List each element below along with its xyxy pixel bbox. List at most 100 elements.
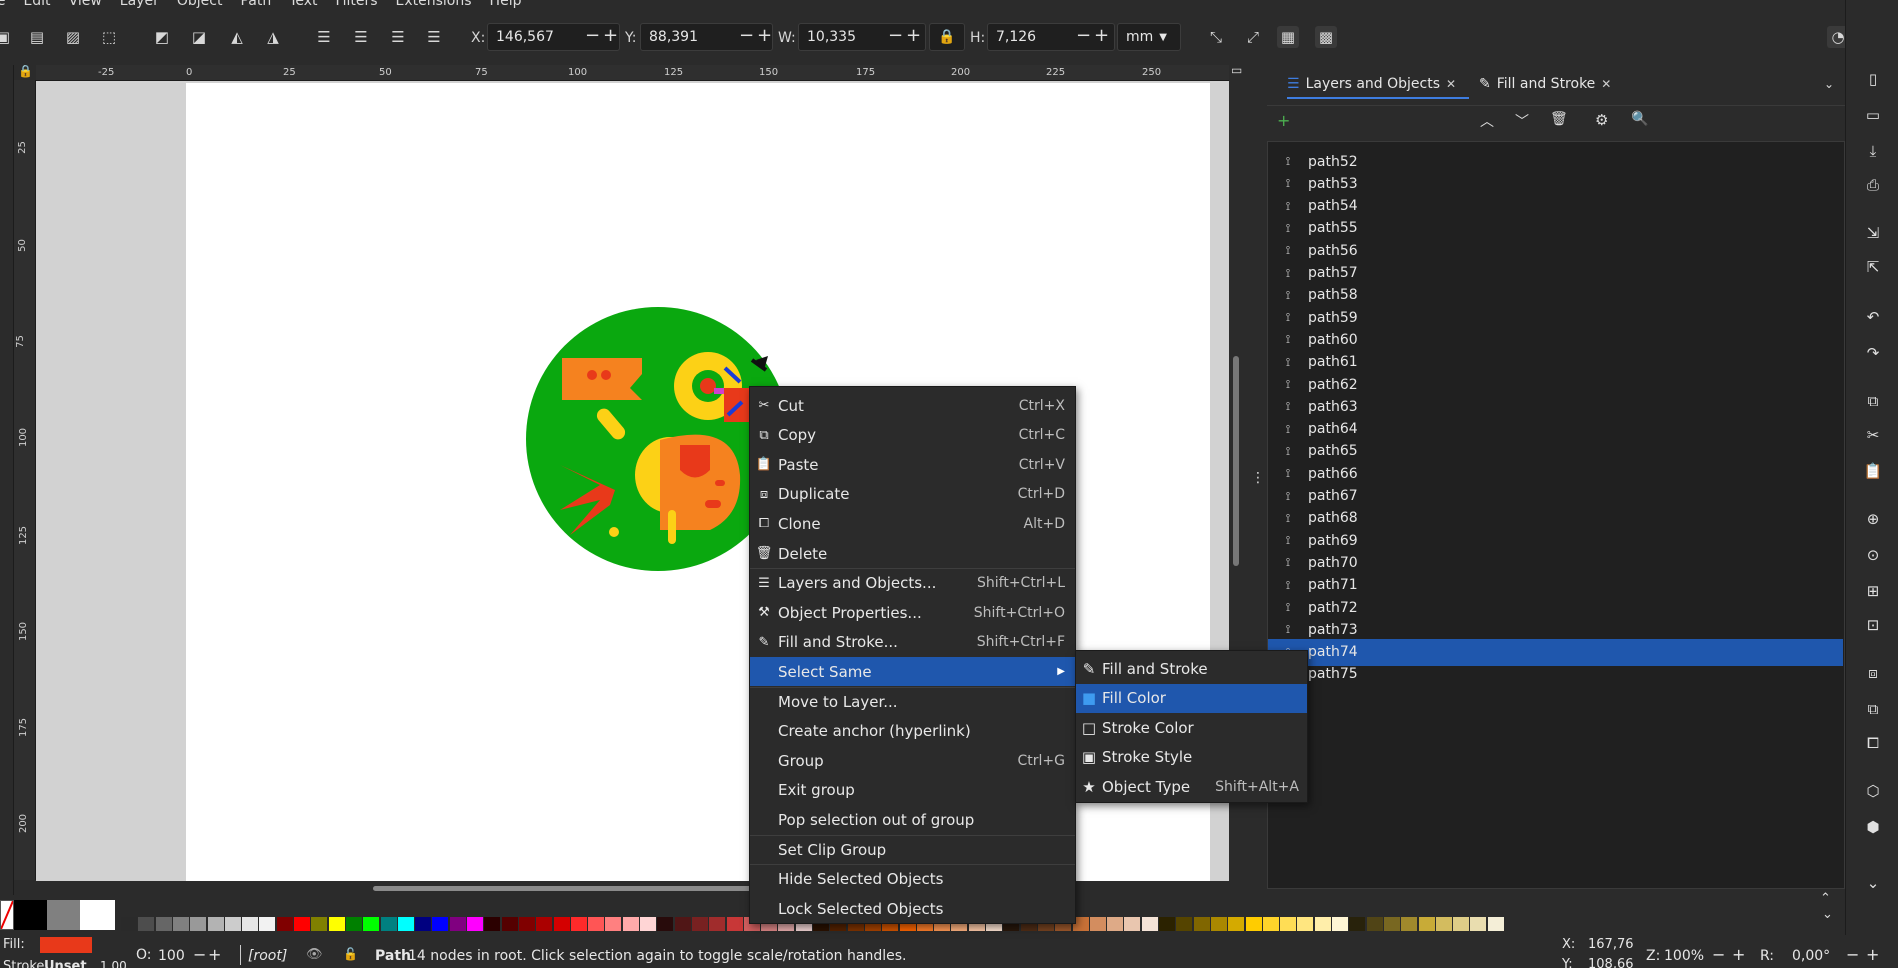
deselect-icon[interactable]: ▨ xyxy=(62,26,84,48)
opacity-value[interactable]: 100 xyxy=(158,948,185,964)
palette-swatch[interactable] xyxy=(259,917,276,931)
palette-swatch[interactable] xyxy=(1470,917,1487,931)
menu-item-move-to-layer[interactable]: Move to Layer... xyxy=(750,687,1075,716)
scissors-icon[interactable]: ✂ xyxy=(1862,424,1884,446)
zoom-out-button[interactable]: − xyxy=(1712,945,1725,964)
lock-guides-icon[interactable]: 🔒 xyxy=(18,64,33,78)
palette-swatch[interactable] xyxy=(1280,917,1297,931)
export-icon[interactable]: ⇱ xyxy=(1862,256,1884,278)
save-icon[interactable]: ⤓ xyxy=(1862,140,1884,162)
palette-swatch[interactable] xyxy=(138,917,155,931)
menu-item-group[interactable]: Group Ctrl+G xyxy=(750,746,1075,775)
palette-swatch[interactable] xyxy=(1349,917,1366,931)
zoom-page-icon[interactable]: ⊞ xyxy=(1862,580,1884,602)
palette-swatch[interactable] xyxy=(1332,917,1348,931)
submenu-item-stroke-style[interactable]: ▣ Stroke Style xyxy=(1076,743,1307,772)
palette-swatch[interactable] xyxy=(709,917,726,931)
h-decrement-button[interactable]: − xyxy=(1076,25,1091,46)
palette-swatch[interactable] xyxy=(1314,917,1331,931)
palette-swatch[interactable] xyxy=(328,917,345,931)
ungroup-icon[interactable]: ⬢ xyxy=(1862,816,1884,838)
zoom-in-button[interactable]: + xyxy=(1732,945,1745,964)
chevron-down-icon[interactable]: ⌄ xyxy=(1822,907,1833,922)
h-increment-button[interactable]: + xyxy=(1094,25,1109,46)
menu-help[interactable]: Help xyxy=(490,0,522,9)
x-increment-button[interactable]: + xyxy=(603,25,618,46)
menu-item-object-properties[interactable]: ⚒ Object Properties... Shift+Ctrl+O xyxy=(750,598,1075,627)
rotate-cw-button[interactable]: + xyxy=(1866,945,1879,964)
palette-swatch[interactable] xyxy=(121,917,137,931)
zoom-width-icon[interactable]: ⊡ xyxy=(1862,614,1884,636)
palette-swatch[interactable] xyxy=(622,917,639,931)
palette-swatch[interactable] xyxy=(380,917,397,931)
print-icon[interactable]: ⎙ xyxy=(1862,174,1884,196)
zoom-selection-icon[interactable]: ⊕ xyxy=(1862,508,1884,530)
palette-swatch[interactable] xyxy=(242,917,259,931)
palette-swatch[interactable] xyxy=(397,917,414,931)
scale-stroke-icon[interactable]: ⤡ xyxy=(1205,26,1227,48)
menu-edit[interactable]: Edit xyxy=(23,0,50,9)
orange-flag[interactable] xyxy=(562,358,642,400)
move-down-icon[interactable]: ﹀ xyxy=(1515,111,1529,131)
zoom-value[interactable]: 100% xyxy=(1664,948,1704,964)
vertical-scroll-thumb[interactable] xyxy=(1233,356,1239,566)
menu-item-paste[interactable]: 📋 Paste Ctrl+V xyxy=(750,450,1075,479)
unit-select[interactable]: mm ▼ xyxy=(1117,23,1181,51)
menu-item-duplicate[interactable]: ⧈ Duplicate Ctrl+D xyxy=(750,480,1075,509)
palette-swatch[interactable] xyxy=(363,917,380,931)
menu-item-hide-selected-objects[interactable]: Hide Selected Objects xyxy=(750,865,1075,894)
tab-fill-and-stroke[interactable]: ✎ Fill and Stroke ✕ xyxy=(1479,70,1611,98)
y-decrement-button[interactable]: − xyxy=(739,25,754,46)
menu-object[interactable]: Object xyxy=(177,0,223,9)
palette-swatch[interactable] xyxy=(207,917,224,931)
menu-item-create-anchor-hyperlink[interactable]: Create anchor (hyperlink) xyxy=(750,717,1075,746)
palette-swatch[interactable] xyxy=(294,917,310,931)
menu-path[interactable]: Path xyxy=(240,0,271,9)
menu-item-exit-group[interactable]: Exit group xyxy=(750,776,1075,805)
palette-swatch[interactable] xyxy=(640,917,656,931)
white-swatch[interactable] xyxy=(80,900,115,930)
unlink-clone-icon[interactable]: ⧠ xyxy=(1862,732,1884,754)
zoom-drawing-icon[interactable]: ⊙ xyxy=(1862,544,1884,566)
palette-swatch[interactable] xyxy=(1245,917,1262,931)
open-icon[interactable]: ▭ xyxy=(1862,104,1884,126)
undo-icon[interactable]: ↶ xyxy=(1862,306,1884,328)
stroke-value[interactable]: Unset xyxy=(44,959,87,968)
palette-swatch[interactable] xyxy=(518,917,535,931)
palette-swatch[interactable] xyxy=(657,917,674,931)
palette-swatch[interactable] xyxy=(155,917,172,931)
palette-swatch[interactable] xyxy=(1297,917,1314,931)
menu-item-copy[interactable]: ⧉ Copy Ctrl+C xyxy=(750,421,1075,450)
raise-to-top-icon[interactable]: ☰ xyxy=(313,26,335,48)
display-mode-icon[interactable]: ▭ xyxy=(1231,63,1242,77)
clone-icon[interactable]: ⧉ xyxy=(1862,698,1884,720)
submenu-item-fill-color[interactable]: ■ Fill Color xyxy=(1076,683,1307,713)
flip-horizontal-icon[interactable]: ◭ xyxy=(226,26,248,48)
no-paint-swatch[interactable] xyxy=(0,900,14,930)
palette-swatch[interactable] xyxy=(1401,917,1418,931)
palette-swatch[interactable] xyxy=(311,917,328,931)
palette-swatch[interactable] xyxy=(1210,917,1227,931)
stroke-width[interactable]: 1,00 xyxy=(100,959,127,968)
select-same-icon[interactable]: ⬚ xyxy=(98,26,120,48)
layers-list[interactable]: ⟟ path52 ⟟ path53 ⟟ path54 ⟟ path55 ⟟ path56 ⟟ path… xyxy=(1267,141,1845,889)
menu-item-delete[interactable]: 🗑 Delete xyxy=(750,539,1075,568)
new-document-icon[interactable]: ▯ xyxy=(1862,68,1884,90)
palette-swatch[interactable] xyxy=(172,917,189,931)
close-icon[interactable]: ✕ xyxy=(1446,77,1456,91)
palette-swatch[interactable] xyxy=(570,917,587,931)
palette-swatch[interactable] xyxy=(449,917,466,931)
group-icon[interactable]: ⬡ xyxy=(1862,780,1884,802)
layer-row[interactable]: ⟟path75 xyxy=(1268,661,1843,688)
palette-swatch[interactable] xyxy=(691,917,708,931)
rotate-ccw-button[interactable]: − xyxy=(1846,945,1859,964)
menu-file[interactable]: File xyxy=(0,0,5,9)
palette-swatch[interactable] xyxy=(345,917,362,931)
menu-item-lock-selected-objects[interactable]: Lock Selected Objects xyxy=(750,894,1075,923)
menu-view[interactable]: View xyxy=(69,0,102,9)
gray-swatch[interactable] xyxy=(47,900,80,930)
select-all-layers-icon[interactable]: ▤ xyxy=(26,26,48,48)
x-decrement-button[interactable]: − xyxy=(585,25,600,46)
move-up-icon[interactable]: ︿ xyxy=(1480,111,1494,131)
menu-layer[interactable]: Layer xyxy=(120,0,159,9)
